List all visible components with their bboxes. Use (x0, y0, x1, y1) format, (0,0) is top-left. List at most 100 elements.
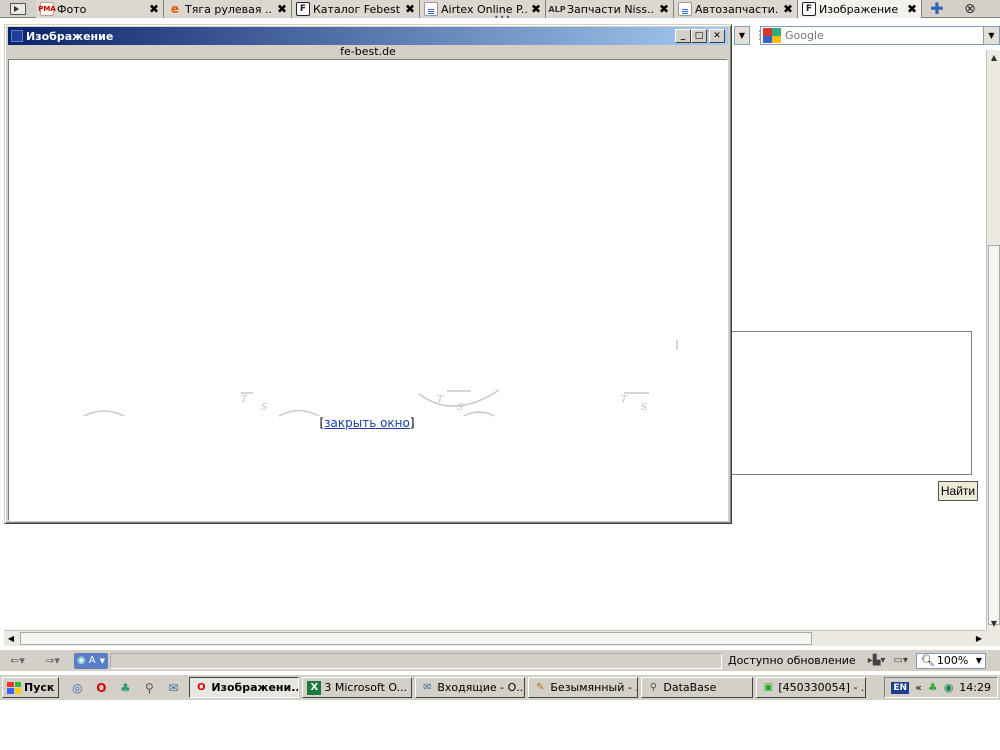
task-label: Входящие - О... (437, 681, 526, 694)
tab-steering-rod[interactable]: e Тяга рулевая ... ✖ (164, 0, 292, 18)
document-icon (678, 2, 692, 16)
alp-icon: ALP (548, 4, 566, 14)
tab-label: Тяга рулевая ... (185, 2, 273, 16)
close-icon[interactable]: ✖ (531, 2, 541, 16)
scroll-left-icon[interactable]: ◀ (4, 631, 18, 646)
find-button[interactable]: Найти (938, 481, 978, 501)
tab-label: Фото (57, 2, 87, 16)
new-tab-button[interactable]: ✚ (922, 0, 952, 18)
paint-icon: ✎ (536, 682, 545, 693)
network-icon[interactable]: ▸▙▾ (868, 655, 886, 666)
page-text-area[interactable] (730, 331, 972, 475)
faint-image-fragments: T S T S T S (83, 340, 678, 417)
tab-label: Автозапчасти... (695, 2, 779, 16)
close-icon[interactable]: ✖ (149, 2, 159, 16)
quick-launch: ◎ O ♣ ⚲ ✉ (69, 681, 181, 695)
ie-quicklaunch-icon[interactable]: ◎ (69, 681, 85, 695)
eye-icon: ◉ (77, 655, 86, 666)
popup-url: fe-best.de (340, 45, 396, 58)
tab-image[interactable]: F Изображение ✖ (798, 0, 922, 18)
search-field[interactable]: Google ▼ (760, 26, 1000, 45)
tab-label: Каталог Febest (313, 2, 401, 16)
windows-taskbar: Пуск ◎ O ♣ ⚲ ✉ O Изображени... X 3 Micro… (0, 674, 1000, 700)
close-icon[interactable]: ✖ (405, 2, 415, 16)
close-icon[interactable]: ✖ (907, 2, 917, 16)
window-icon (11, 30, 23, 42)
task-label: DataBase (663, 681, 717, 694)
language-indicator[interactable]: EN (891, 681, 910, 694)
tab-menu-icon[interactable]: ⊗ (952, 0, 988, 17)
vertical-scroll-thumb[interactable] (988, 245, 1000, 625)
tab-label: Airtex Online P... (441, 2, 527, 16)
resize-grip[interactable] (986, 630, 1000, 646)
horizontal-scrollbar[interactable]: ◀ ▶ (4, 630, 986, 646)
image-fragment-glyph: S (457, 403, 463, 413)
image-area: T S T S T S [закрыть окно] (8, 59, 728, 521)
opera-quicklaunch-icon[interactable]: O (93, 681, 109, 695)
start-button[interactable]: Пуск (2, 677, 60, 698)
tab-photo[interactable]: PMA Фото ✖ (36, 0, 164, 18)
view-mode-button[interactable]: ◉ A ▼ (74, 652, 108, 669)
popup-title-bar[interactable]: Изображение _ □ ✕ (8, 27, 728, 45)
panels-toggle[interactable] (0, 0, 36, 18)
ie-icon: e (170, 2, 180, 16)
tab-label: Запчасти Niss... (567, 2, 655, 16)
tab-overflow-dots: ••• (494, 13, 512, 22)
tab-febest-catalog[interactable]: F Каталог Febest ✖ (292, 0, 420, 18)
bracket-close: ] (409, 416, 415, 430)
task-opera-image[interactable]: O Изображени... (189, 677, 300, 698)
tab-airtex[interactable]: Airtex Online P... ✖ (420, 0, 546, 18)
tray-app-icon[interactable]: ♣ (928, 681, 938, 694)
forward-icon[interactable]: ⇒▾ (45, 654, 60, 667)
app-quicklaunch-icon[interactable]: ♣ (117, 681, 133, 695)
chevron-down-icon: ▼ (99, 656, 105, 665)
status-nav: ⇐▾ ⇒▾ (0, 654, 70, 667)
tab-nissan-parts[interactable]: ALP Запчасти Niss... ✖ (546, 0, 674, 18)
app-icon: ▣ (763, 682, 774, 693)
tray-status-icon[interactable]: ◉ (944, 681, 954, 694)
popup-title: Изображение (26, 29, 114, 43)
image-fragment-glyph: S (641, 403, 647, 413)
febest-icon: F (296, 2, 310, 16)
search-engine-label: Google (785, 29, 824, 42)
close-icon[interactable]: ✖ (783, 2, 793, 16)
opera-icon: O (197, 682, 206, 693)
zoom-control[interactable]: 🔍︎ 100% ▼ (915, 652, 986, 669)
tool-quicklaunch-icon[interactable]: ⚲ (141, 681, 157, 695)
maximize-button[interactable]: □ (691, 29, 707, 43)
update-available-text[interactable]: Доступно обновление (728, 654, 856, 667)
close-window-button[interactable]: ✕ (709, 29, 725, 43)
task-inbox[interactable]: ✉ Входящие - О... (415, 677, 526, 698)
tab-strip: PMA Фото ✖ e Тяга рулевая ... ✖ F Катало… (0, 0, 1000, 22)
scroll-right-icon[interactable]: ▶ (972, 631, 986, 646)
address-dropdown-button[interactable]: ▼ (734, 26, 750, 45)
clock: 14:29 (959, 681, 991, 694)
scroll-down-icon[interactable]: ▼ (987, 616, 1000, 630)
view-mode-label: A (88, 655, 96, 666)
tray-expand-icon[interactable]: « (915, 681, 922, 694)
browser-status-bar: ⇐▾ ⇒▾ ◉ A ▼ Доступно обновление ▸▙▾ ▭▾ 🔍… (0, 649, 1000, 671)
horizontal-scroll-thumb[interactable] (20, 632, 812, 645)
system-tray: EN « ♣ ◉ 14:29 (884, 677, 998, 698)
document-icon (424, 2, 438, 16)
close-icon[interactable]: ✖ (659, 2, 669, 16)
task-450330054[interactable]: ▣ [450330054] - ... (756, 677, 867, 698)
task-microsoft-office[interactable]: X 3 Microsoft O... ▾ (302, 677, 413, 698)
excel-icon: X (307, 680, 322, 695)
toolbar-separator: ⋮ (754, 27, 766, 44)
close-window-link-row: [закрыть окно] (9, 416, 725, 430)
tab-autoparts[interactable]: Автозапчасти... ✖ (674, 0, 798, 18)
vertical-scrollbar[interactable]: ▲ ▼ (986, 50, 1000, 630)
panel-layout-icon[interactable]: ▭▾ (893, 655, 907, 666)
task-untitled-paint[interactable]: ✎ Безымянный - ... (528, 677, 639, 698)
close-window-link[interactable]: закрыть окно (324, 416, 410, 430)
close-icon[interactable]: ✖ (277, 2, 287, 16)
panel-icon (10, 3, 26, 15)
outlook-quicklaunch-icon[interactable]: ✉ (165, 681, 181, 695)
task-label: Безымянный - ... (550, 681, 639, 694)
scroll-up-icon[interactable]: ▲ (987, 50, 1000, 64)
minimize-button[interactable]: _ (675, 29, 691, 43)
back-icon[interactable]: ⇐▾ (10, 654, 25, 667)
search-dropdown-icon[interactable]: ▼ (983, 27, 999, 44)
task-database[interactable]: ⚲ DataBase (641, 677, 754, 698)
